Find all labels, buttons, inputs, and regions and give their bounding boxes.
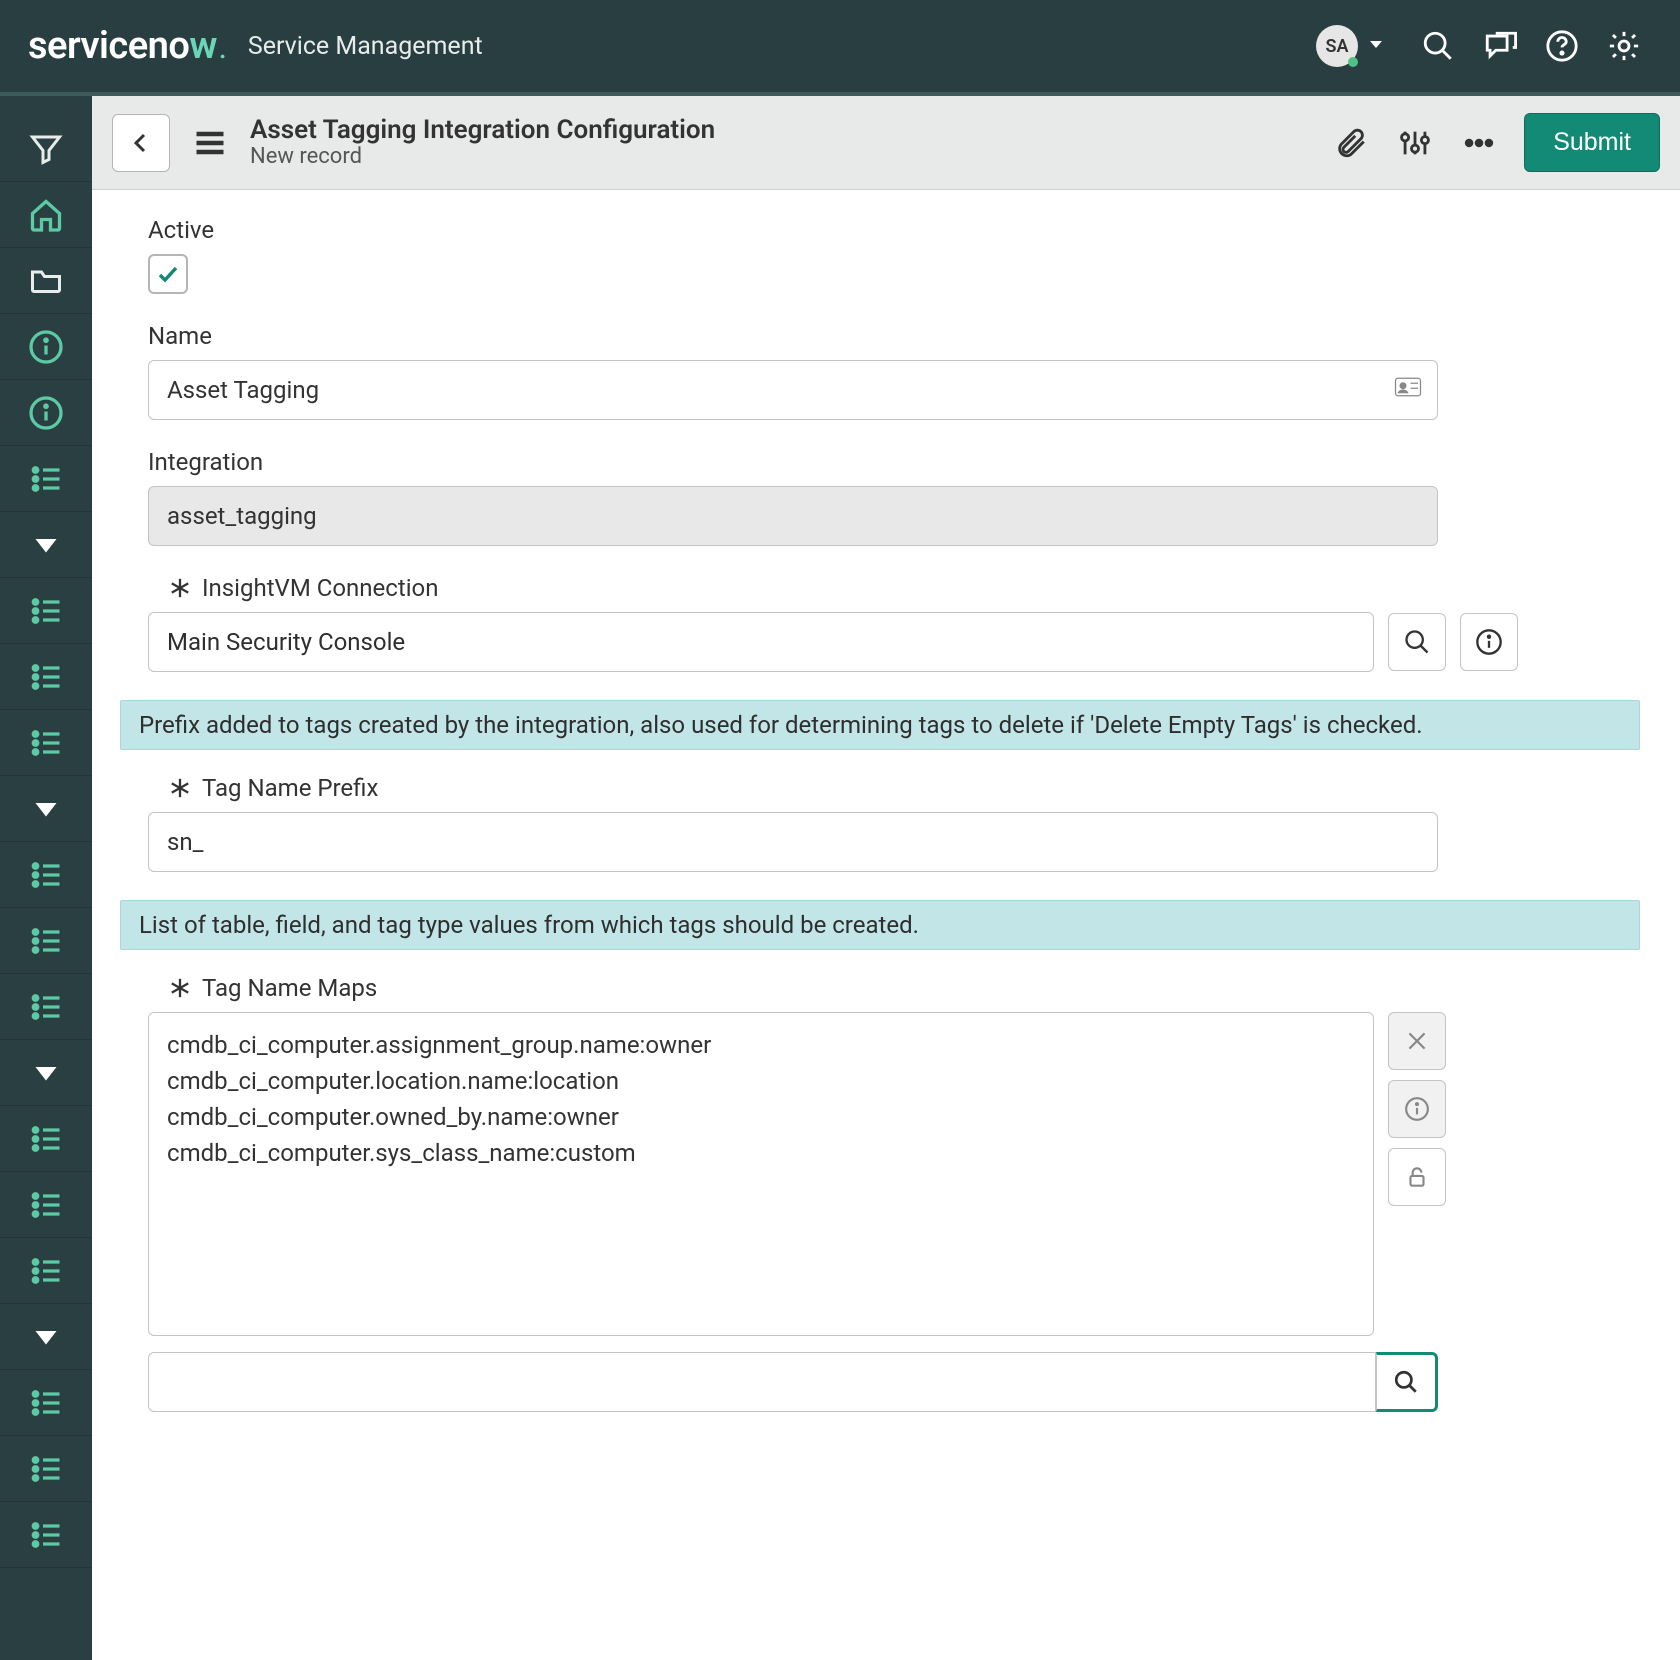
rail-info-icon[interactable] (0, 314, 92, 380)
rail-info-icon[interactable] (0, 380, 92, 446)
rail-collapse-icon[interactable] (0, 1040, 92, 1106)
rail-list-icon[interactable] (0, 908, 92, 974)
more-actions-icon[interactable] (1452, 116, 1506, 170)
app-subtitle: Service Management (248, 32, 483, 61)
rail-list-icon[interactable] (0, 446, 92, 512)
rail-list-icon[interactable] (0, 974, 92, 1040)
left-nav-rail (0, 96, 92, 1660)
record-title: Asset Tagging Integration Configuration (250, 116, 715, 145)
rail-list-icon[interactable] (0, 1172, 92, 1238)
avatar[interactable]: SA (1316, 25, 1358, 67)
prefix-field: Tag Name Prefix sn_ (148, 774, 1640, 872)
personalize-icon[interactable] (1388, 116, 1442, 170)
rail-list-icon[interactable] (0, 1436, 92, 1502)
maps-info-button[interactable] (1388, 1080, 1446, 1138)
maps-search-input[interactable] (148, 1352, 1376, 1412)
integration-value: asset_tagging (167, 502, 317, 530)
chat-icon[interactable] (1472, 18, 1528, 74)
rail-collapse-icon[interactable] (0, 776, 92, 842)
active-label: Active (148, 216, 1640, 244)
ivm-info-button[interactable] (1460, 613, 1518, 671)
content-area: Asset Tagging Integration Configuration … (92, 96, 1680, 1660)
mandatory-icon (168, 776, 192, 800)
search-icon[interactable] (1410, 18, 1466, 74)
maps-label: Tag Name Maps (202, 974, 377, 1002)
name-label: Name (148, 322, 1640, 350)
prefix-input[interactable]: sn_ (148, 812, 1438, 872)
ivm-lookup-button[interactable] (1388, 613, 1446, 671)
gear-icon[interactable] (1596, 18, 1652, 74)
mandatory-icon (168, 976, 192, 1000)
record-title-block: Asset Tagging Integration Configuration … (250, 116, 715, 170)
user-menu-caret[interactable] (1368, 36, 1384, 56)
ivm-input[interactable]: Main Security Console (148, 612, 1374, 672)
maps-search-button[interactable] (1376, 1352, 1438, 1412)
rail-list-icon[interactable] (0, 842, 92, 908)
active-checkbox[interactable] (148, 254, 188, 294)
rail-folder-icon[interactable] (0, 248, 92, 314)
attachment-icon[interactable] (1324, 116, 1378, 170)
maps-label-row: Tag Name Maps (168, 974, 1640, 1002)
rail-list-icon[interactable] (0, 1238, 92, 1304)
help-icon[interactable] (1534, 18, 1590, 74)
name-value: Asset Tagging (167, 376, 319, 404)
ivm-label: InsightVM Connection (202, 574, 438, 602)
top-header: servicenow. Service Management SA (0, 0, 1680, 96)
rail-home-icon[interactable] (0, 182, 92, 248)
rail-list-icon[interactable] (0, 710, 92, 776)
maps-textarea[interactable] (148, 1012, 1374, 1336)
rail-list-icon[interactable] (0, 1370, 92, 1436)
back-button[interactable] (112, 114, 170, 172)
maps-hint: List of table, field, and tag type value… (120, 900, 1640, 950)
record-subtitle: New record (250, 144, 715, 169)
prefix-value: sn_ (167, 828, 203, 856)
maps-field: Tag Name Maps (148, 974, 1640, 1412)
brand-suffix: w (189, 24, 217, 68)
integration-input: asset_tagging (148, 486, 1438, 546)
integration-field: Integration asset_tagging (148, 448, 1640, 546)
name-field: Name Asset Tagging (148, 322, 1640, 420)
active-field: Active (148, 216, 1640, 294)
context-menu-icon[interactable] (186, 125, 234, 161)
ivm-label-row: InsightVM Connection (168, 574, 1640, 602)
maps-clear-button[interactable] (1388, 1012, 1446, 1070)
rail-collapse-icon[interactable] (0, 512, 92, 578)
form-area: Active Name Asset Tagging Integration (92, 190, 1680, 1660)
maps-lock-button[interactable] (1388, 1148, 1446, 1206)
rail-list-icon[interactable] (0, 644, 92, 710)
prefix-hint: Prefix added to tags created by the inte… (120, 700, 1640, 750)
record-header: Asset Tagging Integration Configuration … (92, 96, 1680, 190)
integration-label: Integration (148, 448, 1640, 476)
rail-list-icon[interactable] (0, 578, 92, 644)
ivm-field: InsightVM Connection Main Security Conso… (148, 574, 1640, 672)
rail-collapse-icon[interactable] (0, 1304, 92, 1370)
rail-list-icon[interactable] (0, 1502, 92, 1568)
rail-filter-icon[interactable] (0, 116, 92, 182)
name-input[interactable]: Asset Tagging (148, 360, 1438, 420)
submit-button[interactable]: Submit (1524, 113, 1660, 172)
ivm-value: Main Security Console (167, 628, 405, 656)
rail-list-icon[interactable] (0, 1106, 92, 1172)
prefix-label: Tag Name Prefix (202, 774, 378, 802)
avatar-initials: SA (1325, 36, 1348, 57)
id-card-icon[interactable] (1393, 372, 1423, 408)
brand-logo: servicenow. (28, 24, 226, 68)
prefix-label-row: Tag Name Prefix (168, 774, 1640, 802)
brand-prefix: serviceno (28, 24, 189, 68)
brand-dot: . (219, 35, 226, 65)
mandatory-icon (168, 576, 192, 600)
